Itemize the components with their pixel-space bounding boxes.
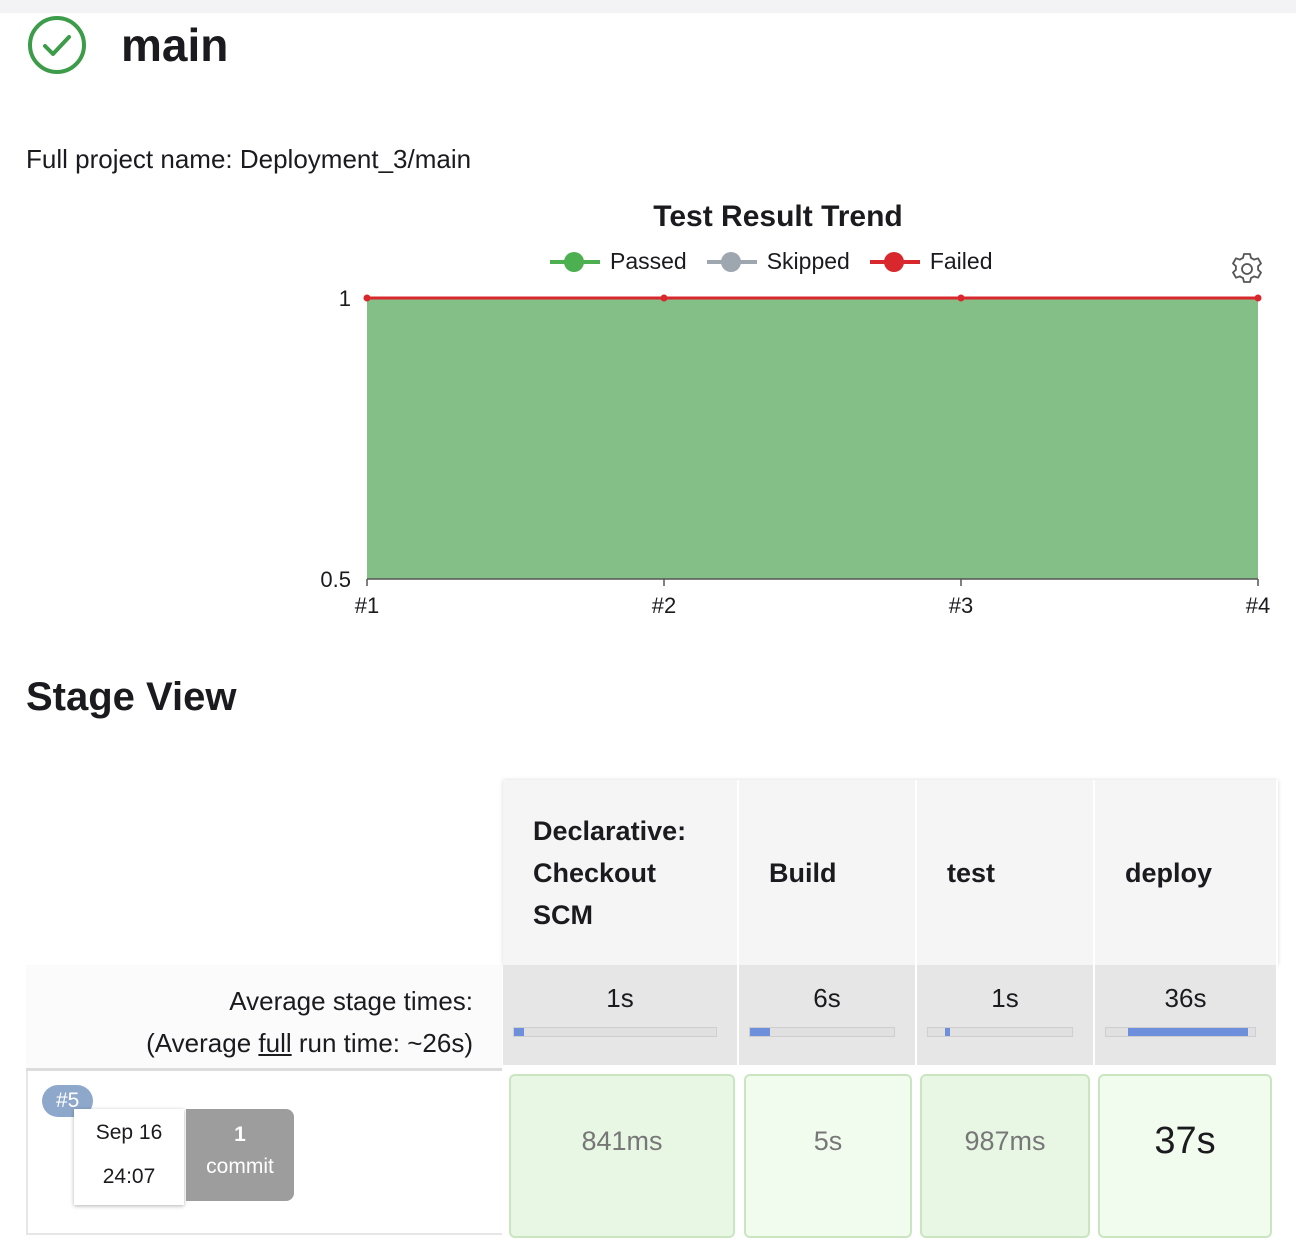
failed-point — [957, 294, 965, 302]
avg-cell-deploy: 36s — [1095, 965, 1278, 1065]
legend-swatch-failed — [869, 251, 920, 272]
commit-count-button[interactable]: 1 commit — [186, 1109, 294, 1201]
run-cell-deploy[interactable]: 37s — [1098, 1074, 1272, 1238]
stage-header-test: test — [917, 780, 1095, 965]
avg-bar-build — [749, 1027, 895, 1037]
avg-bar-fill-checkout — [514, 1028, 525, 1036]
average-times-row: 1s 6s 1s 36s — [503, 965, 1278, 1065]
x-tick-label: #3 — [949, 593, 973, 618]
stage-header-deploy: deploy — [1095, 780, 1278, 965]
full-project-name: Full project name: Deployment_3/main — [26, 144, 472, 174]
failed-point — [363, 294, 371, 302]
avg-cell-checkout: 1s — [503, 965, 739, 1065]
build-date: Sep 16 24:07 — [74, 1109, 184, 1205]
stage-header-checkout: Declarative: Checkout SCM — [503, 780, 739, 965]
legend-label-skipped: Skipped — [766, 248, 850, 274]
avg-time-test: 1s — [991, 983, 1019, 1013]
legend-swatch-passed — [550, 251, 600, 272]
stage-name-test: test — [947, 857, 996, 888]
run-cell-test[interactable]: 987ms — [920, 1074, 1090, 1238]
build-date-time: 24:07 — [102, 1165, 156, 1188]
stage-name-checkout: Declarative: Checkout SCM — [533, 815, 687, 930]
passed-area — [367, 298, 1258, 579]
avg-label-suffix: run time: ~26s) — [291, 1028, 473, 1058]
check-circle-icon — [28, 16, 86, 74]
test-result-trend-chart: #1 #2 #3 #4 1 0.5 Test Result Trend Passed Sk… — [0, 190, 1296, 630]
x-tick-label: #4 — [1246, 593, 1270, 618]
build-run-row: #5 Sep 16 24:07 1 commit 841ms 5s 987ms … — [26, 1071, 1278, 1242]
top-bar — [0, 0, 1296, 13]
avg-bar-checkout — [513, 1027, 717, 1037]
avg-time-checkout: 1s — [606, 983, 634, 1013]
x-tick-label: #1 — [355, 593, 379, 618]
build-info: #5 Sep 16 24:07 1 commit — [26, 1071, 502, 1235]
stage-name-deploy: deploy — [1125, 857, 1213, 888]
avg-bar-fill-test — [945, 1028, 950, 1036]
avg-cell-build: 6s — [739, 965, 917, 1065]
avg-label-line2: (Average full run time: ~26s) — [146, 1022, 473, 1064]
stage-view-heading: Stage View — [26, 675, 237, 719]
full-run-time-link[interactable]: full — [258, 1028, 291, 1058]
chart-title: Test Result Trend — [653, 200, 903, 233]
y-tick-label: 1 — [339, 286, 351, 311]
avg-bar-fill-build — [750, 1028, 771, 1036]
failed-point — [1254, 294, 1262, 302]
commit-count: 1 — [234, 1123, 246, 1146]
legend-item-failed[interactable]: Failed — [869, 248, 993, 275]
gear-icon[interactable] — [1230, 252, 1264, 286]
avg-time-build: 6s — [813, 983, 841, 1013]
failed-point — [660, 294, 668, 302]
legend-label-passed: Passed — [610, 248, 687, 274]
avg-bar-deploy — [1105, 1027, 1256, 1037]
build-date-day: Sep 16 — [95, 1121, 163, 1144]
avg-bar-test — [927, 1027, 1073, 1037]
commit-label: commit — [206, 1155, 274, 1178]
legend-item-passed[interactable]: Passed — [550, 248, 687, 275]
chart-legend: Passed Skipped Failed — [550, 248, 993, 275]
y-tick-label: 0.5 — [320, 567, 351, 592]
legend-label-failed: Failed — [929, 248, 993, 274]
avg-bar-fill-deploy — [1128, 1028, 1248, 1036]
legend-item-skipped[interactable]: Skipped — [706, 248, 850, 275]
run-cell-build[interactable]: 5s — [744, 1074, 912, 1238]
stage-headers: Declarative: Checkout SCM Build test dep… — [503, 780, 1278, 965]
stage-header-build: Build — [739, 780, 917, 965]
avg-label-line1: Average stage times: — [229, 986, 473, 1016]
avg-cell-test: 1s — [917, 965, 1095, 1065]
x-tick-label: #2 — [652, 593, 676, 618]
page-title: main — [121, 19, 229, 71]
run-cell-checkout[interactable]: 841ms — [509, 1074, 735, 1238]
average-stage-times-label: Average stage times: (Average full run t… — [146, 980, 473, 1064]
stage-name-build: Build — [769, 857, 837, 888]
legend-swatch-skipped — [706, 251, 757, 272]
avg-label-prefix: (Average — [146, 1028, 259, 1058]
avg-time-deploy: 36s — [1164, 983, 1207, 1013]
